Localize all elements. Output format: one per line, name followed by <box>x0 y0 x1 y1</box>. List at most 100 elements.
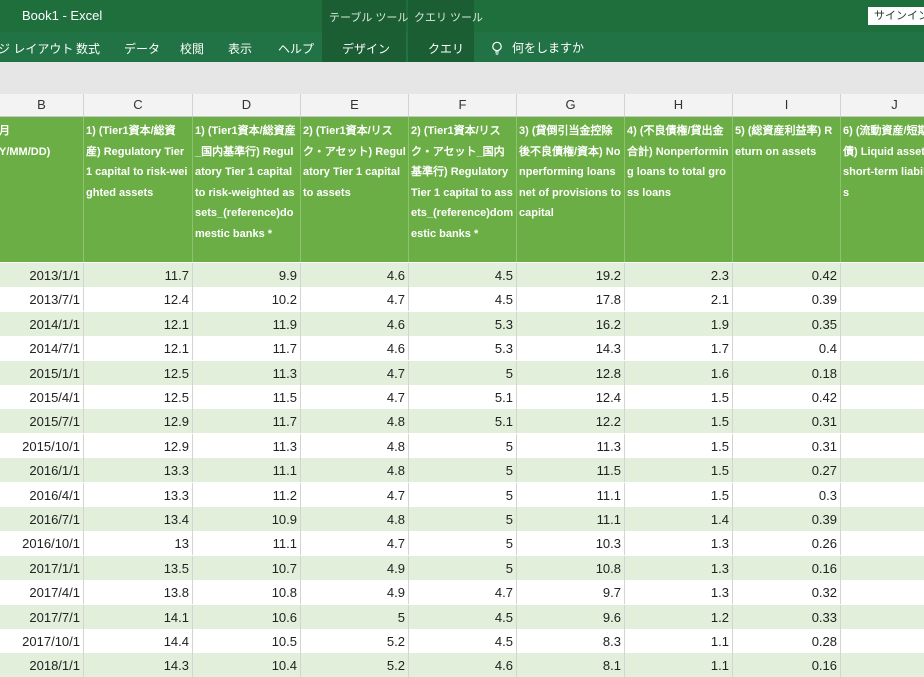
cell-c[interactable]: 12.1 <box>84 311 193 336</box>
header-cell-c[interactable]: 1) (Tier1資本/総資産) Regulatory Tier 1 capit… <box>84 117 193 262</box>
tab-review[interactable]: 校閲 <box>180 40 204 57</box>
header-cell-d[interactable]: 1) (Tier1資本/総資産_国内基準行) Regulatory Tier 1… <box>193 117 301 262</box>
cell-h[interactable]: 1.5 <box>625 458 733 483</box>
column-header-h[interactable]: H <box>625 94 733 116</box>
cell-i[interactable]: 0.33 <box>733 604 841 629</box>
cell-c[interactable]: 11.7 <box>84 263 193 287</box>
cell-date[interactable]: 2016/1/1 <box>0 458 84 483</box>
cell-e[interactable]: 4.6 <box>301 311 409 336</box>
column-header-e[interactable]: E <box>301 94 409 116</box>
cell-c[interactable]: 14.1 <box>84 604 193 629</box>
cell-f[interactable]: 5 <box>409 555 517 580</box>
cell-i[interactable]: 0.27 <box>733 458 841 483</box>
cell-j[interactable] <box>841 263 924 287</box>
header-cell-date[interactable]: 年月 (YY/MM/DD) <box>0 117 84 262</box>
cell-g[interactable]: 10.8 <box>517 555 625 580</box>
cell-c[interactable]: 13.3 <box>84 458 193 483</box>
cell-g[interactable]: 8.1 <box>517 653 625 677</box>
cell-f[interactable]: 5 <box>409 507 517 531</box>
cell-j[interactable]: 4 <box>841 507 924 531</box>
cell-date[interactable]: 2018/1/1 <box>0 653 84 677</box>
column-header-b[interactable]: B <box>0 94 84 116</box>
cell-j[interactable]: 4 <box>841 385 924 409</box>
tab-formulas[interactable]: 数式 <box>76 40 100 57</box>
cell-f[interactable]: 4.5 <box>409 263 517 287</box>
cell-i[interactable]: 0.35 <box>733 311 841 336</box>
cell-i[interactable]: 0.31 <box>733 409 841 434</box>
cell-date[interactable]: 2017/10/1 <box>0 629 84 653</box>
cell-i[interactable]: 0.16 <box>733 555 841 580</box>
cell-d[interactable]: 11.3 <box>193 433 301 458</box>
cell-d[interactable]: 10.4 <box>193 653 301 677</box>
cell-e[interactable]: 4.9 <box>301 580 409 605</box>
cell-d[interactable]: 11.2 <box>193 482 301 507</box>
tab-data[interactable]: データ <box>124 40 160 57</box>
cell-c[interactable]: 14.3 <box>84 653 193 677</box>
column-header-f[interactable]: F <box>409 94 517 116</box>
cell-date[interactable]: 2016/10/1 <box>0 531 84 556</box>
cell-c[interactable]: 12.5 <box>84 360 193 385</box>
cell-e[interactable]: 4.7 <box>301 360 409 385</box>
cell-d[interactable]: 10.9 <box>193 507 301 531</box>
cell-c[interactable]: 12.5 <box>84 385 193 409</box>
cell-g[interactable]: 11.1 <box>517 482 625 507</box>
cell-f[interactable]: 4.7 <box>409 580 517 605</box>
cell-f[interactable]: 4.5 <box>409 287 517 312</box>
cell-h[interactable]: 1.3 <box>625 580 733 605</box>
cell-f[interactable]: 5 <box>409 458 517 483</box>
cell-e[interactable]: 4.8 <box>301 458 409 483</box>
cell-g[interactable]: 11.1 <box>517 507 625 531</box>
cell-c[interactable]: 14.4 <box>84 629 193 653</box>
cell-e[interactable]: 4.6 <box>301 336 409 361</box>
header-cell-h[interactable]: 4) (不良債権/貸出金合計) Nonperforming loans to t… <box>625 117 733 262</box>
cell-j[interactable]: 4 <box>841 531 924 555</box>
cell-e[interactable]: 5.2 <box>301 653 409 677</box>
header-cell-j[interactable]: 6) (流動資産/短期負債) Liquid assets to short-te… <box>841 117 924 262</box>
cell-j[interactable]: 4 <box>841 336 924 360</box>
cell-i[interactable]: 0.26 <box>733 531 841 556</box>
cell-j[interactable]: 4 <box>841 605 924 629</box>
cell-i[interactable]: 0.42 <box>733 263 841 287</box>
cell-i[interactable]: 0.39 <box>733 507 841 531</box>
cell-e[interactable]: 4.7 <box>301 287 409 312</box>
cell-i[interactable]: 0.28 <box>733 629 841 653</box>
cell-j[interactable]: 4 <box>841 629 924 653</box>
cell-e[interactable]: 4.8 <box>301 507 409 531</box>
cell-j[interactable]: 4 <box>841 458 924 482</box>
cell-i[interactable]: 0.31 <box>733 433 841 458</box>
cell-f[interactable]: 4.5 <box>409 604 517 629</box>
cell-g[interactable]: 9.6 <box>517 604 625 629</box>
cell-e[interactable]: 5.2 <box>301 629 409 653</box>
cell-g[interactable]: 19.2 <box>517 263 625 287</box>
cell-c[interactable]: 12.4 <box>84 287 193 312</box>
cell-c[interactable]: 13 <box>84 531 193 556</box>
cell-date[interactable]: 2014/7/1 <box>0 336 84 361</box>
cell-g[interactable]: 17.8 <box>517 287 625 312</box>
cell-h[interactable]: 1.7 <box>625 336 733 361</box>
cell-h[interactable]: 1.5 <box>625 482 733 507</box>
cell-j[interactable]: 4 <box>841 409 924 433</box>
cell-h[interactable]: 1.5 <box>625 433 733 458</box>
cell-date[interactable]: 2016/4/1 <box>0 482 84 507</box>
cell-date[interactable]: 2013/1/1 <box>0 263 84 287</box>
cell-d[interactable]: 11.9 <box>193 311 301 336</box>
cell-h[interactable]: 1.5 <box>625 409 733 434</box>
cell-date[interactable]: 2017/7/1 <box>0 604 84 629</box>
cell-h[interactable]: 2.3 <box>625 263 733 287</box>
cell-h[interactable]: 2.1 <box>625 287 733 312</box>
cell-g[interactable]: 12.2 <box>517 409 625 434</box>
tab-help[interactable]: ヘルプ <box>278 40 314 57</box>
cell-g[interactable]: 14.3 <box>517 336 625 361</box>
cell-j[interactable]: 4 <box>841 361 924 385</box>
cell-i[interactable]: 0.32 <box>733 580 841 605</box>
column-header-i[interactable]: I <box>733 94 841 116</box>
column-header-g[interactable]: G <box>517 94 625 116</box>
cell-g[interactable]: 11.5 <box>517 458 625 483</box>
cell-g[interactable]: 8.3 <box>517 629 625 653</box>
cell-d[interactable]: 11.1 <box>193 458 301 483</box>
column-header-d[interactable]: D <box>193 94 301 116</box>
cell-j[interactable]: 4 <box>841 287 924 311</box>
tab-view[interactable]: 表示 <box>228 40 252 57</box>
header-cell-i[interactable]: 5) (総資産利益率) Return on assets <box>733 117 841 262</box>
cell-d[interactable]: 11.7 <box>193 336 301 361</box>
